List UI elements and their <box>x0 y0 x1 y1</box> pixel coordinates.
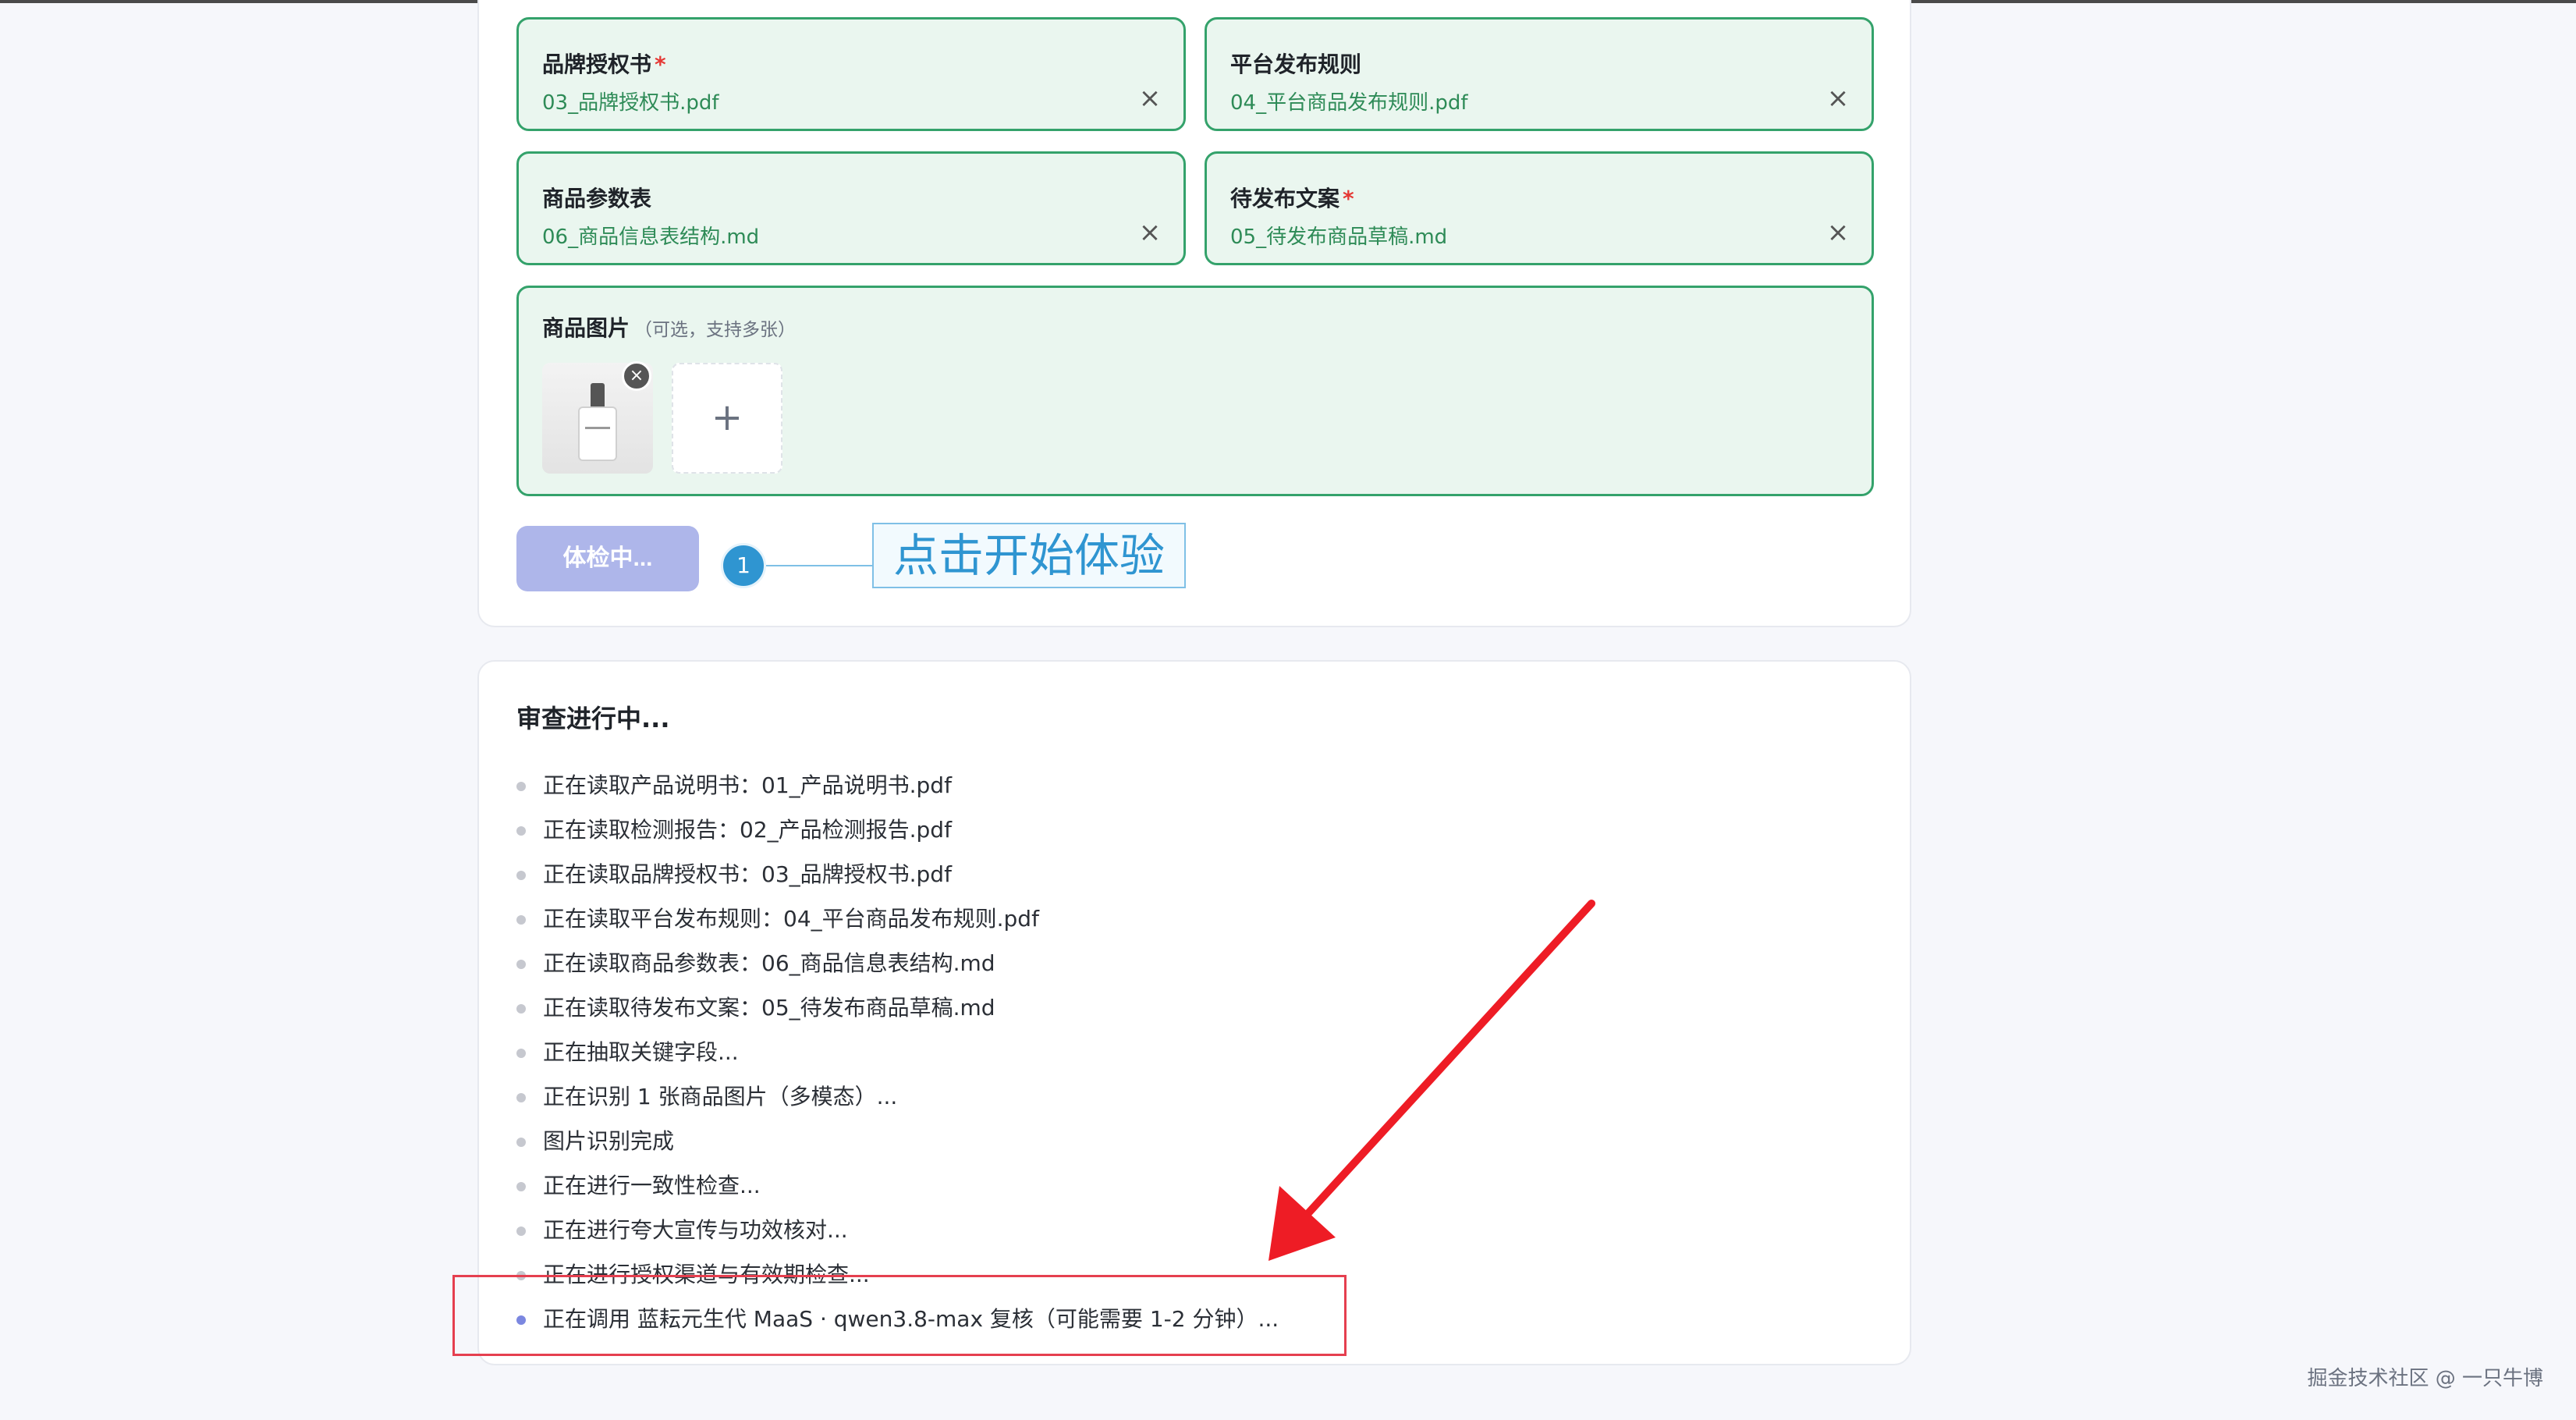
annotation-arrow-icon <box>1268 900 1595 1261</box>
watermark: 掘金技术社区 @ 一只牛博 <box>2307 1367 2543 1390</box>
